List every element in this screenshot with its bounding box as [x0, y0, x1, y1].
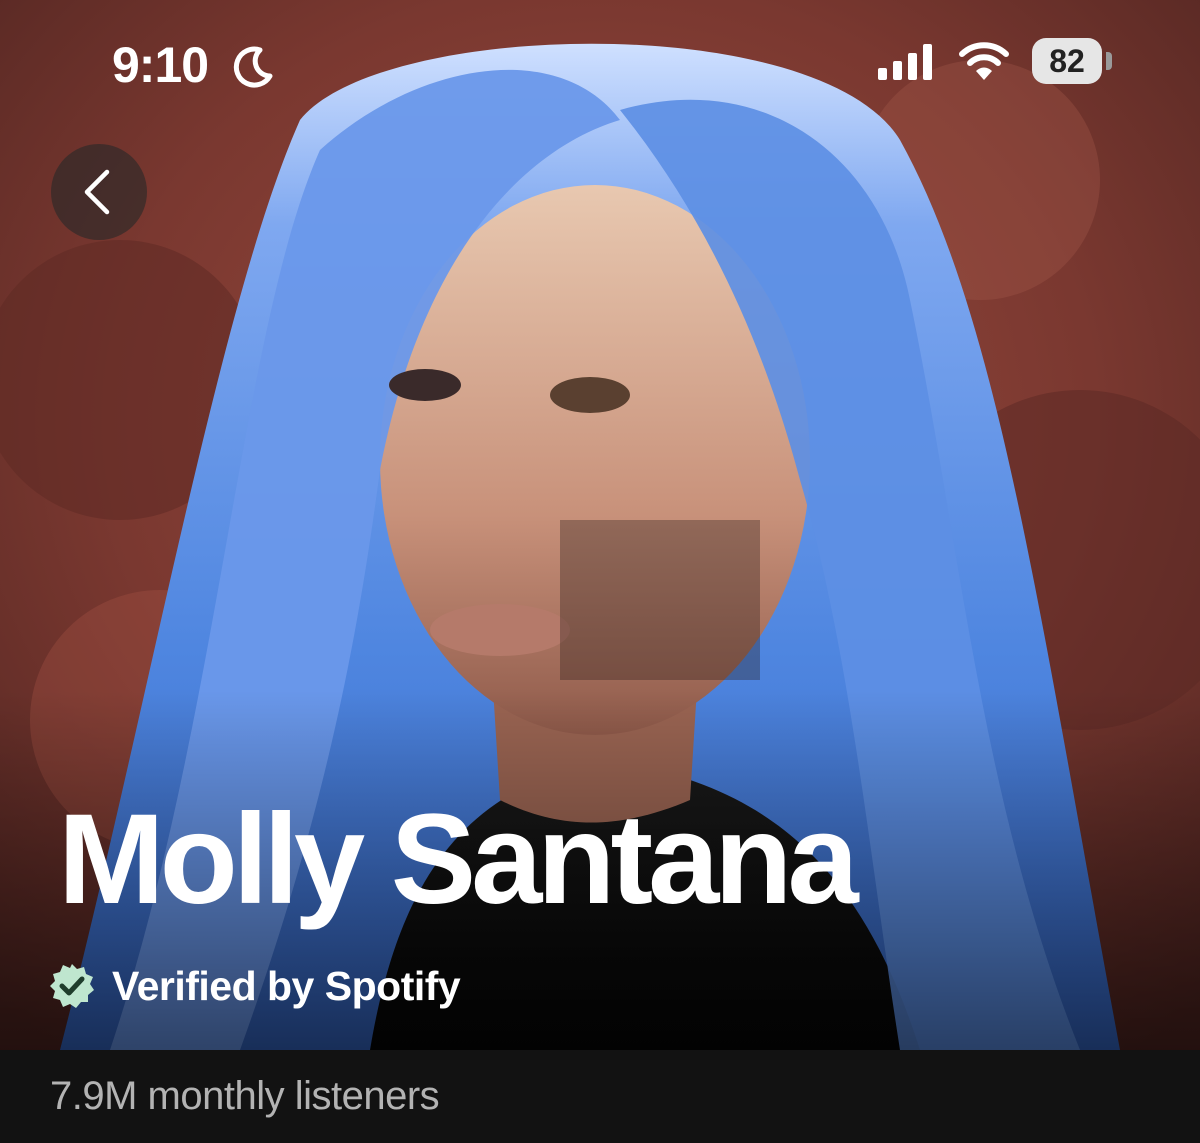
verified-badge-icon: [50, 964, 94, 1008]
status-time: 9:10: [112, 37, 209, 93]
monthly-listeners: 7.9M monthly listeners: [50, 1074, 440, 1118]
verified-label: Verified by Spotify: [112, 962, 461, 1009]
status-bar: 9:10 82: [0, 0, 1200, 120]
back-button[interactable]: [51, 144, 147, 240]
battery-cap: [1106, 52, 1112, 70]
listeners-section: 7.9M monthly listeners: [0, 1050, 1200, 1143]
chevron-left-icon: [84, 169, 110, 215]
verified-badge-row: Verified by Spotify: [48, 958, 461, 1014]
signal-icon: [878, 44, 932, 80]
artist-name: Molly Santana: [58, 788, 859, 931]
battery-icon: 82: [1032, 38, 1102, 84]
wifi-icon: [959, 42, 1009, 80]
moon-icon: [233, 46, 273, 88]
